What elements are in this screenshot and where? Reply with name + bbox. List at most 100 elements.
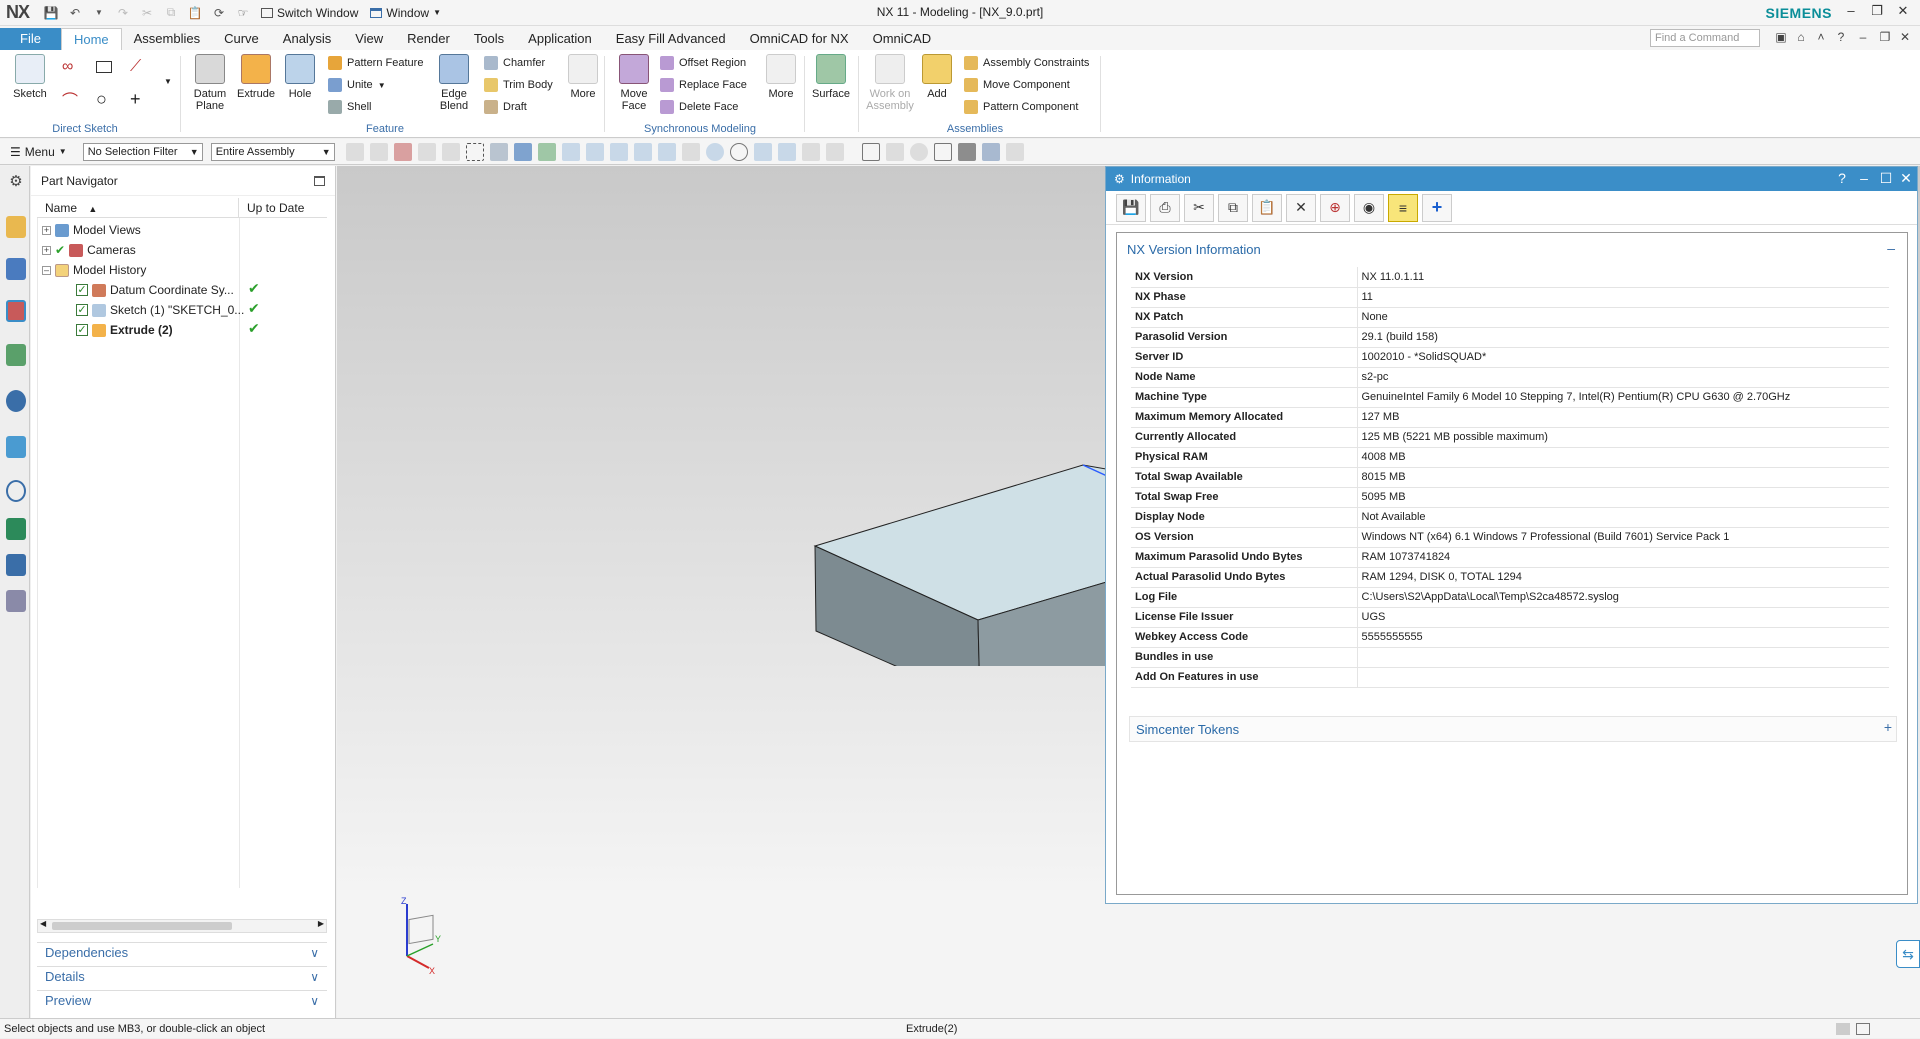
tab-curve[interactable]: Curve (212, 28, 271, 50)
doc-minimize-button[interactable]: – (1854, 30, 1872, 46)
add-button[interactable]: + (1422, 193, 1452, 222)
select-features-icon[interactable] (369, 142, 388, 161)
history-icon[interactable] (6, 480, 26, 502)
solid-select-icon[interactable] (513, 142, 532, 161)
more-sync-button[interactable]: More (764, 54, 798, 100)
close-button[interactable]: ✕ (1897, 170, 1915, 187)
curve-select-icon[interactable] (561, 142, 580, 161)
edge-blend-button[interactable]: Edge Blend (432, 54, 476, 112)
collapse-icon[interactable]: – (42, 265, 51, 275)
wave-icon[interactable] (657, 142, 676, 161)
doc-close-button[interactable]: ✕ (1896, 30, 1914, 46)
undo-dropdown-icon[interactable]: ▼ (90, 4, 108, 22)
close-button[interactable]: ✕ (1892, 3, 1914, 23)
web-browser-icon[interactable] (6, 436, 26, 458)
line-icon[interactable]: ⟋ (130, 58, 141, 76)
zoom-icon[interactable] (885, 142, 904, 161)
visibility-checkbox[interactable]: ✓ (76, 324, 88, 336)
tab-omnicad-for-nx[interactable]: OmniCAD for NX (738, 28, 861, 50)
expand-icon[interactable]: + (1884, 714, 1892, 740)
clear-button[interactable]: ✕ (1286, 193, 1316, 222)
chevron-up-icon[interactable]: ˄ (1812, 30, 1830, 46)
system-materials-icon[interactable] (6, 518, 26, 540)
tab-application[interactable]: Application (516, 28, 604, 50)
minimize-button[interactable]: – (1855, 170, 1873, 186)
search-button[interactable]: ◉ (1354, 193, 1384, 222)
visibility-checkbox[interactable]: ✓ (76, 284, 88, 296)
save-as-button[interactable]: 💾 (1116, 193, 1146, 222)
rectangle-icon[interactable] (96, 58, 112, 76)
surface-button[interactable]: Surface (810, 54, 852, 100)
tab-render[interactable]: Render (395, 28, 462, 50)
paste-button[interactable]: 📋 (1252, 193, 1282, 222)
extrude-button[interactable]: Extrude (236, 54, 276, 100)
move-face-button[interactable]: Move Face (612, 54, 656, 112)
intersection-icon[interactable] (681, 142, 700, 161)
tab-file[interactable]: File (0, 28, 61, 50)
show-hide-icon[interactable] (825, 142, 844, 161)
details-panel[interactable]: Details ∨ (37, 966, 327, 986)
existing-point-icon[interactable] (753, 142, 772, 161)
tree-item-cameras[interactable]: + ✔ Cameras (42, 240, 136, 260)
render-style-icon[interactable] (957, 142, 976, 161)
copy-icon[interactable]: ⧉ (162, 4, 180, 22)
window-menu-button[interactable]: Window ▼ (370, 6, 441, 20)
preview-panel[interactable]: Preview ∨ (37, 990, 327, 1010)
minimize-button[interactable]: – (1840, 3, 1862, 23)
tree-item-extrude[interactable]: ✓ Extrude (2) (76, 320, 173, 340)
cut-button[interactable]: ✂ (1184, 193, 1214, 222)
switch-window-button[interactable]: Switch Window (261, 6, 358, 20)
trim-body-button[interactable]: Trim Body (484, 76, 553, 94)
maximize-icon[interactable] (314, 176, 325, 186)
center-point-icon[interactable] (705, 142, 724, 161)
hole-button[interactable]: Hole (282, 54, 318, 100)
word-wrap-button[interactable]: ≡ (1388, 193, 1418, 222)
snap2-icon[interactable] (441, 142, 460, 161)
orient-view-icon[interactable] (933, 142, 952, 161)
scroll-left-icon[interactable]: ◀ (40, 919, 46, 928)
view-triad[interactable]: Z Y X (395, 896, 455, 976)
body-select-icon[interactable] (489, 142, 508, 161)
status-icon-1[interactable] (1836, 1023, 1850, 1035)
visibility-checkbox[interactable]: ✓ (76, 304, 88, 316)
tab-view[interactable]: View (343, 28, 395, 50)
status-icon-2[interactable] (1856, 1023, 1870, 1035)
tree-item-model-views[interactable]: + Model Views (42, 220, 141, 240)
tree-item-datum-csys[interactable]: ✓ Datum Coordinate Sy... (76, 280, 234, 300)
fit-icon[interactable] (861, 142, 880, 161)
nx-version-section-header[interactable]: NX Version Information – (1127, 237, 1897, 263)
move-component-button[interactable]: Move Component (964, 76, 1070, 94)
menu-button[interactable]: ☰ Menu ▼ (10, 145, 67, 159)
expand-icon[interactable]: + (42, 225, 51, 235)
datum-plane-button[interactable]: Datum Plane (188, 54, 232, 112)
help-button[interactable]: ? (1833, 170, 1851, 186)
shell-button[interactable]: Shell (328, 98, 371, 116)
undo-icon[interactable]: ↶ (66, 4, 84, 22)
roles-icon[interactable] (6, 590, 26, 612)
home-icon[interactable]: ⌂ (1792, 30, 1810, 46)
rectangle-select-icon[interactable] (465, 142, 484, 161)
touch-mode-icon[interactable]: ☞ (234, 4, 252, 22)
print-button[interactable]: ⎙ (1150, 193, 1180, 222)
tree-item-model-history[interactable]: – Model History (42, 260, 146, 280)
unite-button[interactable]: Unite ▼ (328, 76, 386, 94)
simcenter-tokens-section-header[interactable]: Simcenter Tokens + (1129, 716, 1897, 742)
horizontal-scrollbar[interactable]: ◀ ▶ (37, 919, 327, 933)
tab-omnicad[interactable]: OmniCAD (861, 28, 944, 50)
selection-scope-select[interactable]: Entire Assembly ▼ (210, 142, 335, 161)
column-name[interactable]: Name ▲ (37, 198, 239, 217)
dock-panel-icon[interactable]: ⇆ (1896, 940, 1920, 968)
profile-icon[interactable]: ∞ (62, 58, 73, 76)
select-mode-icon[interactable] (393, 142, 412, 161)
more-feature-button[interactable]: More (566, 54, 600, 100)
copy-button[interactable]: ⧉ (1218, 193, 1248, 222)
help-icon[interactable]: ? (1832, 30, 1850, 46)
doc-restore-button[interactable]: ❐ (1876, 30, 1894, 46)
work-on-assembly-button[interactable]: Work on Assembly (862, 54, 918, 112)
dependencies-panel[interactable]: Dependencies ∨ (37, 942, 327, 962)
filter-icon[interactable] (345, 142, 364, 161)
column-up-to-date[interactable]: Up to Date (239, 198, 327, 217)
point-icon[interactable]: + (130, 89, 141, 109)
scrollbar-thumb[interactable] (52, 922, 232, 930)
ribbon-window-icon[interactable]: ▣ (1772, 30, 1790, 46)
